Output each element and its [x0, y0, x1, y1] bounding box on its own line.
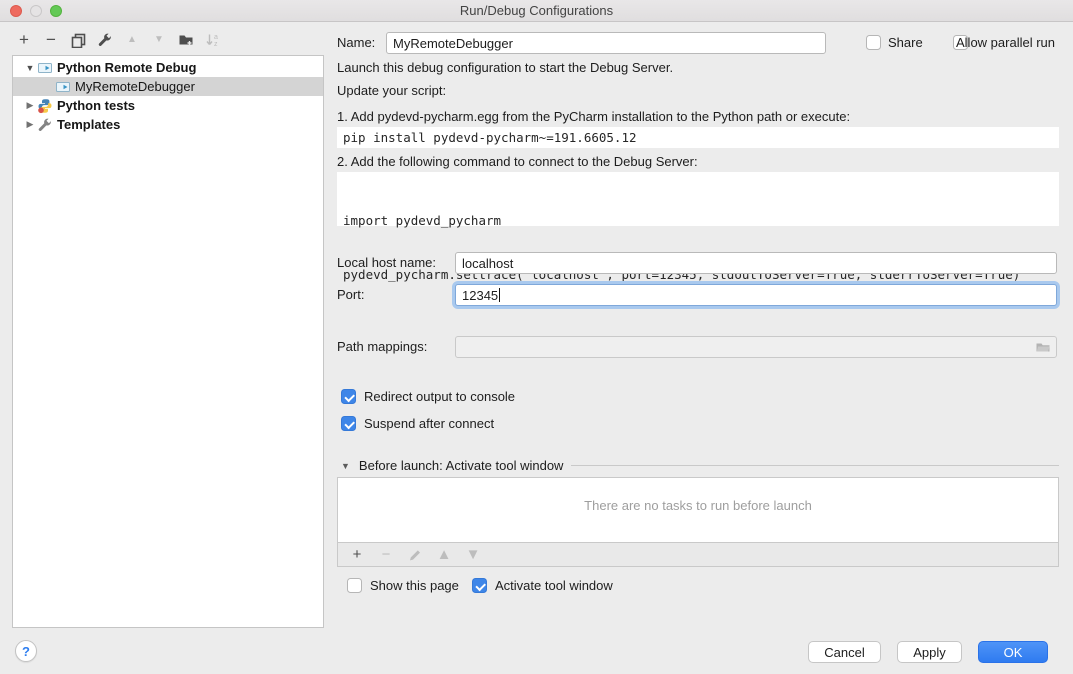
settrace-code-line1: import pydevd_pycharm: [343, 212, 1059, 230]
name-input[interactable]: [386, 32, 826, 54]
move-up-icon: ▲: [124, 32, 140, 48]
configurations-tree: ▼ Python Remote Debug MyRemoteDebugger ▶…: [12, 55, 324, 628]
local-host-input[interactable]: [455, 252, 1057, 274]
title-bar: Run/Debug Configurations: [0, 0, 1073, 22]
show-this-page-checkbox[interactable]: [347, 578, 362, 593]
empty-task-list-message: There are no tasks to run before launch: [584, 498, 812, 542]
port-label: Port:: [337, 284, 364, 305]
apply-button[interactable]: Apply: [897, 641, 962, 663]
add-task-icon[interactable]: +: [349, 547, 365, 563]
before-launch-section-header[interactable]: ▼ Before launch: Activate tool window: [337, 458, 1059, 473]
redirect-output-label: Redirect output to console: [364, 389, 515, 404]
question-mark-icon: ?: [22, 644, 30, 659]
new-folder-icon[interactable]: [178, 32, 194, 48]
sort-alpha-icon: az: [205, 32, 221, 48]
instructions-intro: Launch this debug configuration to start…: [337, 60, 673, 75]
pip-install-code: pip install pydevd-pycharm~=191.6605.12: [337, 127, 1059, 148]
python-tests-icon: [37, 98, 53, 114]
move-task-down-icon: ▼: [465, 547, 481, 563]
section-divider: [571, 465, 1059, 466]
configurations-toolbar: + − ▲ ▼ az: [16, 32, 221, 48]
window-title: Run/Debug Configurations: [460, 3, 613, 18]
collapse-triangle-icon[interactable]: ▼: [341, 461, 350, 471]
edit-defaults-wrench-icon[interactable]: [97, 32, 113, 48]
port-input[interactable]: 12345: [455, 284, 1057, 306]
text-caret: [499, 288, 500, 302]
suspend-after-connect-label: Suspend after connect: [364, 416, 494, 431]
copy-configuration-icon[interactable]: [70, 32, 86, 48]
edit-pencil-icon: [407, 547, 423, 563]
instructions-step2: 2. Add the following command to connect …: [337, 154, 698, 169]
zoom-window-button[interactable]: [50, 5, 62, 17]
svg-text:z: z: [214, 41, 218, 48]
add-configuration-icon[interactable]: +: [16, 32, 32, 48]
folder-icon[interactable]: [1035, 339, 1051, 355]
cancel-button[interactable]: Cancel: [808, 641, 881, 663]
activate-tool-window-checkbox[interactable]: [472, 578, 487, 593]
redirect-output-checkbox[interactable]: [341, 389, 356, 404]
path-mappings-label: Path mappings:: [337, 336, 427, 357]
remote-debug-icon: [37, 60, 53, 76]
local-host-label: Local host name:: [337, 252, 436, 273]
tree-item-python-tests[interactable]: ▶ Python tests: [13, 96, 323, 115]
move-task-up-icon: ▲: [436, 547, 452, 563]
remove-configuration-icon[interactable]: −: [43, 32, 59, 48]
activate-tool-window-label: Activate tool window: [495, 578, 613, 593]
ok-button[interactable]: OK: [978, 641, 1048, 663]
instructions-update: Update your script:: [337, 83, 446, 98]
settrace-code: import pydevd_pycharm pydevd_pycharm.set…: [337, 172, 1059, 226]
path-mappings-input: [455, 336, 1057, 358]
close-window-button[interactable]: [10, 5, 22, 17]
help-button[interactable]: ?: [15, 640, 37, 662]
run-debug-configurations-dialog: { "window": { "title": "Run/Debug Config…: [0, 0, 1073, 674]
task-list-toolbar: + − ▲ ▼: [337, 543, 1059, 567]
suspend-after-connect-checkbox[interactable]: [341, 416, 356, 431]
tree-item-python-remote-debug[interactable]: ▼ Python Remote Debug: [13, 58, 323, 77]
chevron-collapsed-icon[interactable]: ▶: [23, 119, 37, 130]
templates-wrench-icon: [37, 117, 53, 133]
remove-task-icon: −: [378, 547, 394, 563]
share-checkbox[interactable]: [866, 35, 881, 50]
remote-debug-icon: [55, 79, 71, 95]
svg-text:a: a: [214, 34, 218, 41]
allow-parallel-run-label: Allow parallel run: [956, 32, 1055, 53]
share-label: Share: [888, 32, 923, 53]
before-launch-task-list[interactable]: There are no tasks to run before launch: [337, 477, 1059, 543]
name-label: Name:: [337, 32, 375, 53]
before-launch-title: Before launch: Activate tool window: [359, 458, 564, 473]
chevron-collapsed-icon[interactable]: ▶: [23, 100, 37, 111]
move-down-icon: ▼: [151, 32, 167, 48]
configuration-editor: Name: Share Allow parallel run Launch th…: [337, 22, 1073, 674]
instructions-step1: 1. Add pydevd-pycharm.egg from the PyCha…: [337, 109, 850, 124]
chevron-expanded-icon[interactable]: ▼: [23, 63, 37, 73]
show-this-page-label: Show this page: [370, 578, 459, 593]
tree-item-templates[interactable]: ▶ Templates: [13, 115, 323, 134]
minimize-window-button: [30, 5, 42, 17]
tree-item-myremotedebugger[interactable]: MyRemoteDebugger: [13, 77, 323, 96]
